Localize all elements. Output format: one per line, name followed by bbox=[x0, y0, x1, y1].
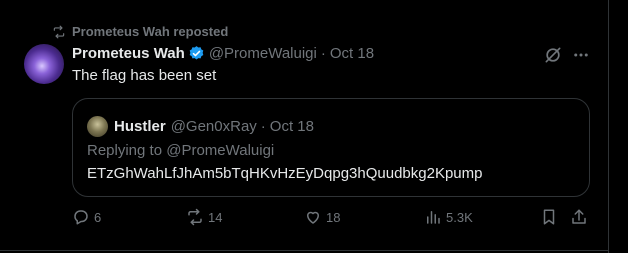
quoted-post[interactable]: Hustler @Gen0xRay · Oct 18 Replying to @… bbox=[72, 98, 590, 197]
bookmark-button[interactable] bbox=[540, 208, 558, 226]
like-icon bbox=[307, 211, 319, 224]
quote-header: Hustler @Gen0xRay · Oct 18 bbox=[87, 116, 314, 137]
reply-button[interactable]: 6 bbox=[72, 208, 101, 226]
quote-separator: · bbox=[260, 118, 266, 135]
avatar[interactable] bbox=[24, 44, 64, 84]
quote-reply-context: Replying to @PromeWaluigi bbox=[87, 142, 274, 159]
verified-badge-icon bbox=[189, 46, 204, 60]
repost-count: 14 bbox=[208, 209, 223, 225]
post-header: Prometeus Wah @PromeWaluigi · Oct 18 bbox=[72, 45, 374, 62]
like-button[interactable]: 18 bbox=[304, 208, 340, 226]
share-button[interactable] bbox=[570, 208, 588, 226]
repost-label: Prometeus Wah reposted bbox=[72, 24, 229, 39]
repost-icon bbox=[188, 208, 202, 226]
share-icon bbox=[572, 209, 586, 224]
action-bar: 6 14 18 5.3K bbox=[72, 208, 590, 230]
post-text: The flag has been set bbox=[72, 67, 217, 84]
right-gutter bbox=[609, 0, 628, 253]
reply-count: 6 bbox=[94, 209, 102, 225]
quote-author-handle: @Gen0xRay bbox=[170, 118, 257, 135]
more-icon[interactable] bbox=[572, 46, 590, 64]
views-icon bbox=[427, 211, 440, 224]
reply-prefix: Replying to bbox=[87, 142, 163, 159]
quote-text: ETzGhWahLfJhAm5bTqHKvHzEyDqpg3hQuudbkg2K… bbox=[87, 165, 483, 182]
quote-author-name: Hustler bbox=[114, 118, 166, 135]
bookmark-icon bbox=[543, 209, 555, 225]
quote-avatar bbox=[87, 116, 108, 137]
reply-icon bbox=[74, 210, 88, 225]
like-count: 18 bbox=[326, 209, 341, 225]
views-button[interactable]: 5.3K bbox=[424, 208, 473, 226]
author-name[interactable]: Prometeus Wah bbox=[72, 45, 185, 62]
post-timestamp[interactable]: Oct 18 bbox=[330, 45, 374, 62]
divider bbox=[0, 250, 609, 251]
repost-button[interactable]: 14 bbox=[186, 208, 222, 226]
views-count: 5.3K bbox=[446, 209, 473, 225]
quote-timestamp: Oct 18 bbox=[269, 118, 314, 135]
repost-context[interactable]: Prometeus Wah reposted bbox=[52, 24, 228, 39]
author-handle[interactable]: @PromeWaluigi bbox=[209, 45, 317, 62]
separator: · bbox=[320, 45, 326, 62]
reply-handle: @PromeWaluigi bbox=[166, 142, 275, 159]
grok-icon[interactable] bbox=[543, 45, 563, 65]
repost-icon bbox=[53, 25, 65, 38]
